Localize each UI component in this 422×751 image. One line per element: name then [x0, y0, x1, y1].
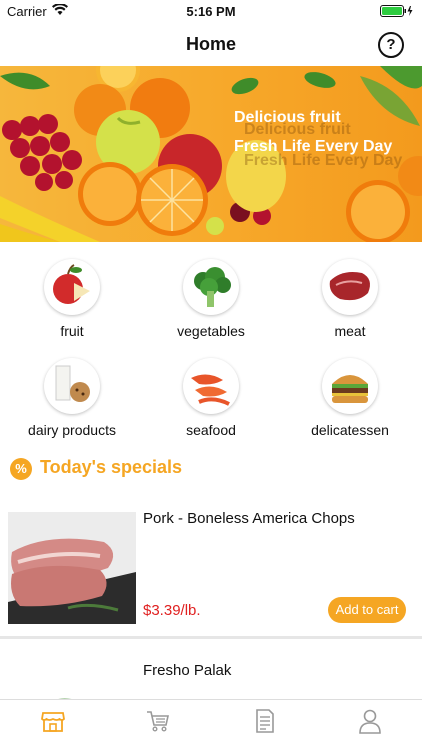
category-label: vegetables [177, 323, 245, 339]
category-meat[interactable]: meat [280, 259, 420, 339]
product-card[interactable]: Fresho Palak [0, 650, 422, 699]
category-label: seafood [186, 422, 236, 438]
divider [0, 636, 422, 639]
promo-banner[interactable]: Delicious fruit Delicious fruit Fresh Li… [0, 66, 422, 242]
product-title: Fresho Palak [143, 662, 232, 679]
add-to-cart-button[interactable]: Add to cart [328, 597, 406, 623]
orders-icon[interactable] [252, 708, 278, 734]
tab-bar [0, 699, 422, 751]
fruit-icon [44, 259, 100, 315]
category-label: dairy products [28, 422, 116, 438]
product-price: $3.39/lb. [143, 602, 201, 619]
clock-time: 5:16 PM [186, 4, 236, 19]
profile-icon[interactable] [357, 708, 383, 734]
percent-icon: % [10, 458, 32, 480]
product-image [8, 674, 136, 699]
category-seafood[interactable]: seafood [141, 358, 281, 438]
battery-icon [380, 5, 413, 17]
banner-tagline: Fresh Life Every Day [234, 138, 393, 155]
meat-icon [322, 259, 378, 315]
cart-icon[interactable] [145, 708, 171, 734]
category-label: fruit [60, 323, 84, 339]
category-label: meat [334, 323, 366, 339]
category-delicatessen[interactable]: delicatessen [280, 358, 420, 438]
category-dairy-products[interactable]: dairy products [2, 358, 142, 438]
category-fruit[interactable]: fruit [2, 259, 142, 339]
dairy-icon [44, 358, 100, 414]
vegetables-icon [183, 259, 239, 315]
navigation-bar: Home ? [0, 22, 422, 66]
store-icon[interactable] [40, 708, 66, 734]
status-bar: Carrier 5:16 PM [0, 0, 422, 22]
seafood-icon [183, 358, 239, 414]
category-label: delicatessen [311, 422, 389, 438]
specials-title: Today's specials [40, 457, 183, 477]
product-image [8, 512, 136, 624]
help-button[interactable]: ? [378, 32, 404, 58]
product-title: Pork - Boneless America Chops [143, 510, 355, 527]
page-title: Home [185, 34, 236, 54]
product-card[interactable]: Pork - Boneless America Chops $3.39/lb. … [0, 496, 422, 636]
burger-icon [322, 358, 378, 414]
category-vegetables[interactable]: vegetables [141, 259, 281, 339]
banner-headline: Delicious fruit [234, 109, 341, 126]
